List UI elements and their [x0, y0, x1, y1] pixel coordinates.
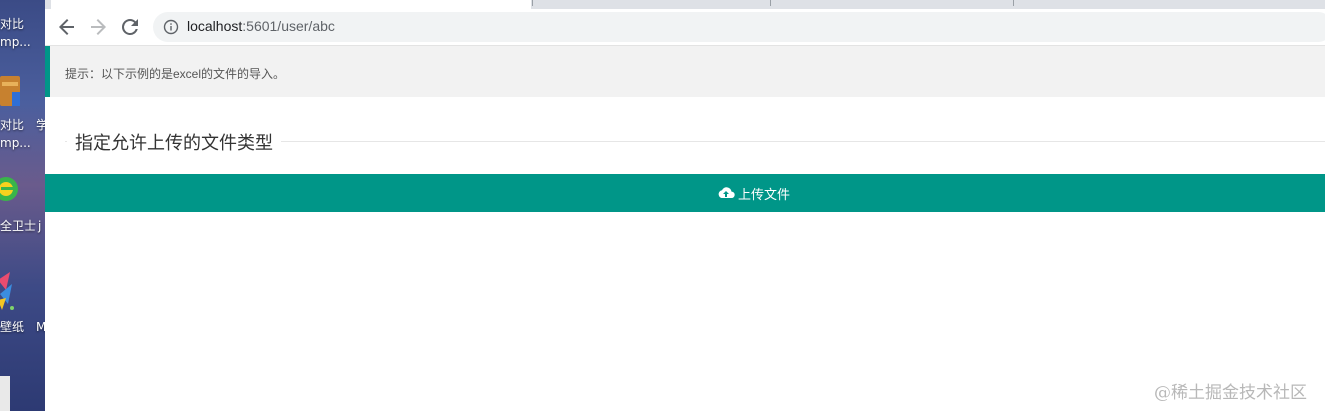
- app-icon[interactable]: [0, 72, 22, 110]
- desktop-icon-label[interactable]: 全卫士: [0, 219, 36, 234]
- browser-toolbar: localhost:5601/user/abc: [45, 9, 1325, 46]
- browser-window: localhost:5601/user/abc 提示：以下示例的是excel的文…: [45, 0, 1325, 411]
- active-tab[interactable]: [51, 0, 531, 9]
- back-arrow-icon[interactable]: [55, 15, 79, 39]
- desktop-icon-label[interactable]: 对比: [0, 118, 24, 133]
- site-info-icon[interactable]: [163, 19, 179, 35]
- page-content: 提示：以下示例的是excel的文件的导入。 指定允许上传的文件类型 上传文件 @…: [45, 46, 1325, 411]
- upload-file-button[interactable]: 上传文件: [45, 174, 1325, 212]
- cloud-upload-icon: [718, 187, 735, 198]
- url-path: :5601/user/abc: [242, 18, 335, 34]
- desktop-icon-label[interactable]: 对比: [0, 17, 24, 32]
- desktop-icon-label[interactable]: j: [38, 219, 41, 234]
- desktop-icon-label[interactable]: 学: [36, 118, 45, 133]
- reload-icon[interactable]: [118, 15, 142, 39]
- fieldset-legend: 指定允许上传的文件类型: [67, 129, 281, 155]
- upload-button-content: 上传文件: [717, 185, 791, 202]
- file-icon[interactable]: [0, 372, 10, 411]
- desktop-icon-label[interactable]: mp...: [0, 136, 31, 151]
- tab-strip: [45, 0, 1325, 9]
- tab-separator: [532, 0, 533, 6]
- watermark: @稀土掘金技术社区: [1154, 383, 1307, 403]
- forward-arrow-icon[interactable]: [86, 15, 110, 39]
- desktop-icon-label[interactable]: M: [36, 320, 45, 335]
- tab-separator: [770, 0, 771, 6]
- desktop-icon-label[interactable]: 壁纸: [0, 320, 24, 335]
- url-text[interactable]: localhost:5601/user/abc: [187, 18, 335, 34]
- tip-banner: 提示：以下示例的是excel的文件的导入。: [45, 46, 1325, 97]
- wallpaper-icon[interactable]: [0, 270, 20, 314]
- upload-button-label: 上传文件: [738, 186, 791, 202]
- desktop-background: 对比 mp... 对比 mp... 学 全卫士 j 壁纸 M: [0, 0, 45, 411]
- tip-text: 提示：以下示例的是excel的文件的导入。: [65, 67, 286, 81]
- address-bar[interactable]: localhost:5601/user/abc: [153, 12, 1325, 42]
- tab-separator: [1013, 0, 1014, 6]
- security-guard-icon[interactable]: [0, 172, 20, 208]
- url-host: localhost: [187, 18, 243, 34]
- desktop-icon-label[interactable]: mp...: [0, 35, 31, 50]
